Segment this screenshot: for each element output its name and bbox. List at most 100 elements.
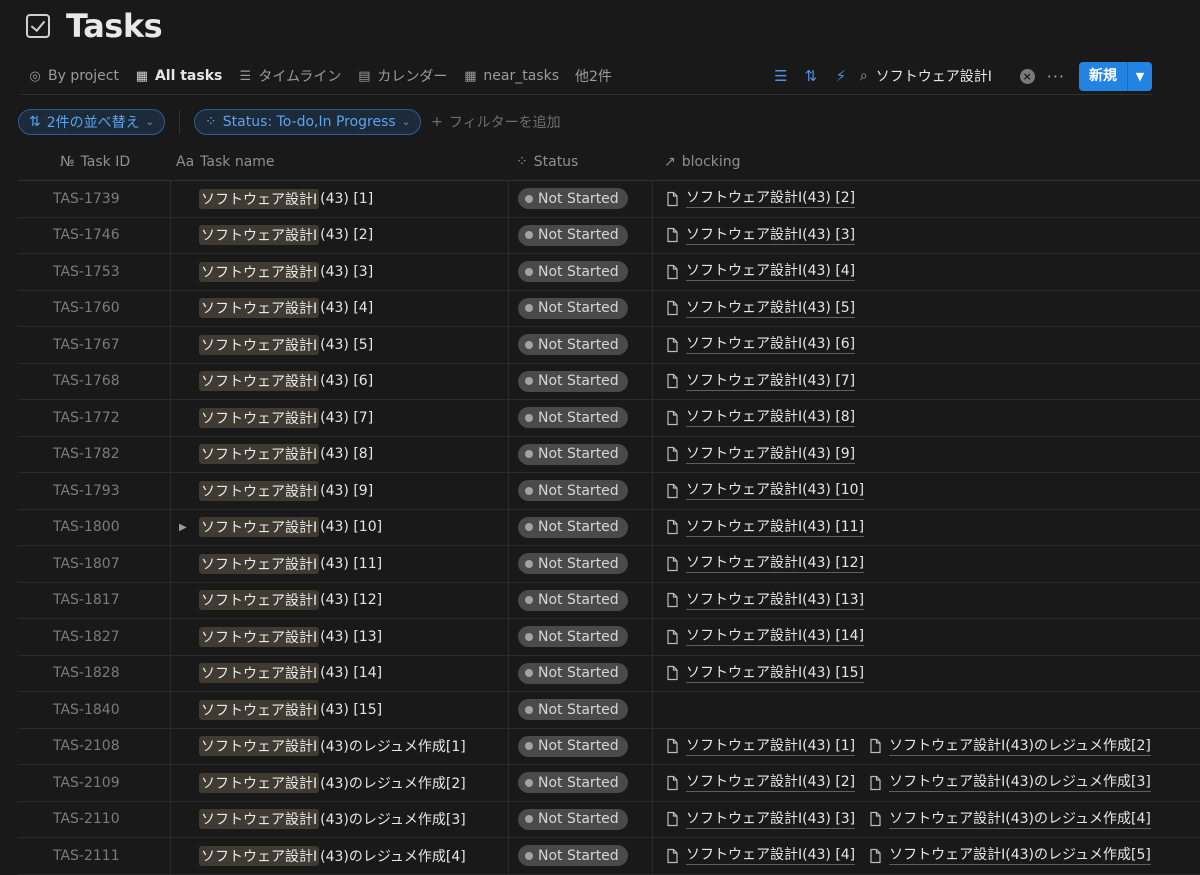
- table-row[interactable]: TAS-1768 ソフトウェア設計I (43) [6] Not Started ソフトウ…: [18, 363, 1200, 400]
- expand-toggle-icon[interactable]: ▶: [179, 522, 199, 533]
- table-row[interactable]: TAS-2111 ソフトウェア設計I (43)のレジュメ作成[4] Not Start…: [18, 838, 1200, 875]
- blocking-link[interactable]: ソフトウェア設計I(43)のレジュメ作成[2]: [867, 737, 1151, 756]
- status-cell[interactable]: Not Started: [508, 254, 652, 290]
- status-cell[interactable]: Not Started: [508, 363, 652, 399]
- task-name-cell[interactable]: ソフトウェア設計I (43)のレジュメ作成[1]: [170, 728, 508, 764]
- task-name-cell[interactable]: ソフトウェア設計I (43)のレジュメ作成[2]: [170, 765, 508, 801]
- status-cell[interactable]: Not Started: [508, 801, 652, 837]
- blocking-link[interactable]: ソフトウェア設計I(43)のレジュメ作成[4]: [867, 810, 1151, 829]
- table-row[interactable]: TAS-1746 ソフトウェア設計I (43) [2] Not Started ソフトウ…: [18, 217, 1200, 254]
- blocking-link[interactable]: ソフトウェア設計I(43) [3]: [664, 226, 856, 245]
- column-header-status[interactable]: ⁘ Status: [508, 154, 652, 170]
- table-row[interactable]: TAS-1739 ソフトウェア設計I (43) [1] Not Started ソフトウ…: [18, 181, 1200, 218]
- automation-icon[interactable]: ⚡: [826, 67, 856, 85]
- table-row[interactable]: TAS-1793 ソフトウェア設計I (43) [9] Not Started ソフトウ…: [18, 473, 1200, 510]
- task-name-cell[interactable]: ソフトウェア設計I (43) [5]: [170, 327, 508, 363]
- column-header-blocking[interactable]: ↗ blocking: [652, 154, 1200, 170]
- task-name-cell[interactable]: ソフトウェア設計I (43) [8]: [170, 436, 508, 472]
- tab-view[interactable]: ▦ All tasks: [127, 61, 230, 91]
- blocking-link[interactable]: ソフトウェア設計I(43) [2]: [664, 773, 856, 793]
- table-row[interactable]: TAS-1817 ソフトウェア設計I (43) [12] Not Started ソフト…: [18, 582, 1200, 619]
- blocking-link[interactable]: ソフトウェア設計I(43) [4]: [664, 846, 856, 866]
- tab-view[interactable]: ▤ カレンダー: [349, 61, 455, 91]
- status-cell[interactable]: Not Started: [508, 290, 652, 326]
- table-row[interactable]: TAS-1840 ソフトウェア設計I (43) [15] Not Started: [18, 692, 1200, 729]
- clear-search-icon[interactable]: ×: [1019, 68, 1035, 84]
- sort-pill[interactable]: ⇅ 2件の並べ替え ⌄: [18, 109, 166, 135]
- blocking-cell[interactable]: ソフトウェア設計I(43) [2]: [652, 181, 1200, 217]
- task-name-cell[interactable]: ソフトウェア設計I (43)のレジュメ作成[4]: [170, 838, 508, 874]
- blocking-link[interactable]: ソフトウェア設計I(43) [14]: [664, 627, 865, 647]
- table-row[interactable]: TAS-1782 ソフトウェア設計I (43) [8] Not Started ソフトウ…: [18, 436, 1200, 473]
- blocking-cell[interactable]: ソフトウェア設計I(43) [3]: [652, 217, 1200, 253]
- blocking-cell[interactable]: ソフトウェア設計I(43) [8]: [652, 400, 1200, 436]
- task-name-cell[interactable]: ソフトウェア設計I (43)のレジュメ作成[3]: [170, 801, 508, 837]
- blocking-link[interactable]: ソフトウェア設計I(43) [2]: [664, 189, 856, 209]
- blocking-link[interactable]: ソフトウェア設計I(43) [12]: [664, 554, 865, 574]
- blocking-cell[interactable]: ソフトウェア設計I(43) [6]: [652, 327, 1200, 363]
- table-row[interactable]: TAS-1772 ソフトウェア設計I (43) [7] Not Started ソフトウ…: [18, 400, 1200, 437]
- blocking-link[interactable]: ソフトウェア設計I(43)のレジュメ作成[5]: [867, 846, 1151, 866]
- task-name-cell[interactable]: ソフトウェア設計I (43) [15]: [170, 692, 508, 728]
- blocking-cell[interactable]: ソフトウェア設計I(43) [4]: [652, 254, 1200, 290]
- column-header-task-id[interactable]: № Task ID: [18, 154, 170, 170]
- blocking-link[interactable]: ソフトウェア設計I(43)のレジュメ作成[3]: [867, 773, 1151, 793]
- blocking-cell[interactable]: ソフトウェア設計I(43) [15]: [652, 655, 1200, 691]
- table-row[interactable]: TAS-2110 ソフトウェア設計I (43)のレジュメ作成[3] Not Start…: [18, 801, 1200, 838]
- task-name-cell[interactable]: ソフトウェア設計I (43) [4]: [170, 290, 508, 326]
- task-name-cell[interactable]: ソフトウェア設計I (43) [2]: [170, 217, 508, 253]
- blocking-link[interactable]: ソフトウェア設計I(43) [6]: [664, 335, 856, 355]
- blocking-cell[interactable]: ソフトウェア設計I(43) [1] ソフトウェア設計I(43)のレジュメ作成[2]: [652, 728, 1200, 764]
- table-row[interactable]: TAS-1828 ソフトウェア設計I (43) [14] Not Started ソフト…: [18, 655, 1200, 692]
- status-filter-pill[interactable]: ⁘ Status: To-do,In Progress ⌄: [194, 109, 422, 135]
- sort-icon[interactable]: ⇅: [796, 67, 826, 85]
- status-cell[interactable]: Not Started: [508, 838, 652, 874]
- task-name-cell[interactable]: ソフトウェア設計I (43) [9]: [170, 473, 508, 509]
- task-name-cell[interactable]: ソフトウェア設計I (43) [13]: [170, 619, 508, 655]
- blocking-link[interactable]: ソフトウェア設計I(43) [13]: [664, 591, 865, 610]
- blocking-link[interactable]: ソフトウェア設計I(43) [5]: [664, 299, 856, 318]
- search-input[interactable]: [875, 68, 1008, 84]
- blocking-cell[interactable]: ソフトウェア設計I(43) [14]: [652, 619, 1200, 655]
- table-row[interactable]: TAS-1800 ▶ ソフトウェア設計I (43) [10] Not Started ソフ…: [18, 509, 1200, 546]
- table-row[interactable]: TAS-2108 ソフトウェア設計I (43)のレジュメ作成[1] Not Start…: [18, 728, 1200, 765]
- status-cell[interactable]: Not Started: [508, 546, 652, 582]
- status-cell[interactable]: Not Started: [508, 692, 652, 728]
- status-cell[interactable]: Not Started: [508, 473, 652, 509]
- blocking-link[interactable]: ソフトウェア設計I(43) [11]: [664, 518, 865, 537]
- blocking-cell[interactable]: [652, 692, 1200, 728]
- blocking-link[interactable]: ソフトウェア設計I(43) [15]: [664, 664, 865, 683]
- column-header-task-name[interactable]: Aa Task name: [170, 154, 508, 170]
- task-name-cell[interactable]: ソフトウェア設計I (43) [6]: [170, 363, 508, 399]
- status-cell[interactable]: Not Started: [508, 327, 652, 363]
- table-row[interactable]: TAS-2109 ソフトウェア設計I (43)のレジュメ作成[2] Not Start…: [18, 765, 1200, 802]
- blocking-link[interactable]: ソフトウェア設計I(43) [4]: [664, 262, 856, 282]
- blocking-cell[interactable]: ソフトウェア設計I(43) [7]: [652, 363, 1200, 399]
- tab-view[interactable]: ▦ near_tasks: [455, 61, 567, 91]
- blocking-cell[interactable]: ソフトウェア設計I(43) [4] ソフトウェア設計I(43)のレジュメ作成[5]: [652, 838, 1200, 874]
- status-cell[interactable]: Not Started: [508, 582, 652, 618]
- blocking-link[interactable]: ソフトウェア設計I(43) [7]: [664, 372, 856, 391]
- status-cell[interactable]: Not Started: [508, 728, 652, 764]
- tab-view[interactable]: ◎ By project: [20, 61, 127, 91]
- table-row[interactable]: TAS-1760 ソフトウェア設計I (43) [4] Not Started ソフトウ…: [18, 290, 1200, 327]
- blocking-cell[interactable]: ソフトウェア設計I(43) [13]: [652, 582, 1200, 618]
- blocking-link[interactable]: ソフトウェア設計I(43) [3]: [664, 810, 856, 829]
- table-row[interactable]: TAS-1753 ソフトウェア設計I (43) [3] Not Started ソフトウ…: [18, 254, 1200, 291]
- status-cell[interactable]: Not Started: [508, 765, 652, 801]
- table-row[interactable]: TAS-1807 ソフトウェア設計I (43) [11] Not Started ソフト…: [18, 546, 1200, 583]
- status-cell[interactable]: Not Started: [508, 436, 652, 472]
- blocking-cell[interactable]: ソフトウェア設計I(43) [9]: [652, 436, 1200, 472]
- task-name-cell[interactable]: ソフトウェア設計I (43) [11]: [170, 546, 508, 582]
- blocking-link[interactable]: ソフトウェア設計I(43) [9]: [664, 445, 856, 464]
- blocking-link[interactable]: ソフトウェア設計I(43) [1]: [664, 737, 856, 756]
- status-cell[interactable]: Not Started: [508, 181, 652, 217]
- task-name-cell[interactable]: ▶ ソフトウェア設計I (43) [10]: [170, 509, 508, 545]
- status-cell[interactable]: Not Started: [508, 400, 652, 436]
- blocking-cell[interactable]: ソフトウェア設計I(43) [11]: [652, 509, 1200, 545]
- status-cell[interactable]: Not Started: [508, 655, 652, 691]
- new-button[interactable]: 新規: [1079, 61, 1127, 91]
- blocking-cell[interactable]: ソフトウェア設計I(43) [10]: [652, 473, 1200, 509]
- status-cell[interactable]: Not Started: [508, 217, 652, 253]
- tab-view[interactable]: ☰ タイムライン: [230, 61, 349, 91]
